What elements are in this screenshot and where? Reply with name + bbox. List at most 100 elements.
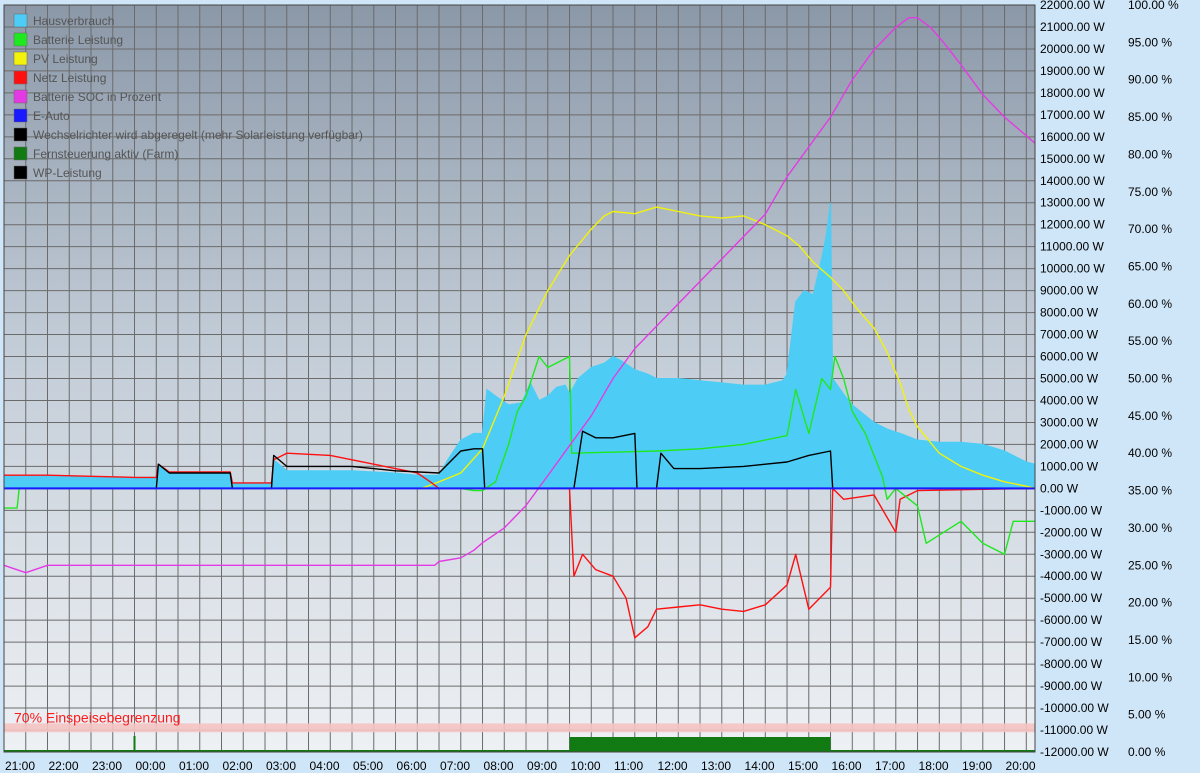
x-tick-label-22: 19:00 [962,759,992,773]
x-tick-label-20: 17:00 [875,759,905,773]
legend-label-wp: WP-Leistung [33,166,102,180]
y-left-tick-label-12: 10000.00 W [1040,262,1105,276]
y-left-tick-label-26: -4000.00 W [1040,569,1103,583]
x-tick-label-21: 18:00 [919,759,949,773]
x-tick-label-18: 15:00 [788,759,818,773]
legend-swatch-abgeregelt [13,127,28,142]
y-left-tick-label-22: 0.00 W [1040,481,1079,495]
y-left-tick-label-8: 14000.00 W [1040,174,1105,188]
x-tick-label-23: 20:00 [1006,759,1036,773]
y-right-tick-label-7: 65.00 % [1128,259,1172,273]
fernsteuerung-active-bar-0 [569,737,831,752]
legend-swatch-hausverbrauch [13,13,28,28]
y-left-tick-label-28: -6000.00 W [1040,613,1103,627]
y-left-tick-label-32: -10000.00 W [1040,701,1109,715]
y-left-tick-label-24: -2000.00 W [1040,525,1103,539]
y-left-tick-label-20: 2000.00 W [1040,437,1099,451]
left-axis-ticks: 22000.00 W 21000.00 W 20000.00 W 19000.00 W… [1040,0,1109,759]
y-left-tick-label-23: -1000.00 W [1040,503,1103,517]
y-left-tick-label-5: 17000.00 W [1040,108,1105,122]
y-left-tick-label-7: 15000.00 W [1040,152,1105,166]
x-tick-label-15: 12:00 [658,759,688,773]
x-tick-label-0: 21:00 [5,759,35,773]
legend-label-pv: PV Leistung [33,52,98,66]
y-left-tick-label-9: 13000.00 W [1040,196,1105,210]
legend-swatch-fernsteuerung [13,146,28,161]
x-tick-label-11: 08:00 [484,759,514,773]
y-left-tick-label-13: 9000.00 W [1040,284,1099,298]
legend-label-abgeregelt: Wechselrichter wird abgeregelt (mehr Sol… [33,128,363,142]
legend-swatch-pv [13,51,28,66]
x-tick-label-19: 16:00 [832,759,862,773]
x-tick-label-1: 22:00 [49,759,79,773]
y-right-tick-label-14: 30.00 % [1128,521,1172,535]
y-left-tick-label-2: 20000.00 W [1040,42,1105,56]
y-right-tick-label-11: 45.00 % [1128,409,1172,423]
y-left-tick-label-34: -12000.00 W [1040,745,1109,759]
legend-swatch-netz [13,70,28,85]
y-left-tick-label-31: -9000.00 W [1040,679,1103,693]
y-right-tick-label-16: 20.00 % [1128,596,1172,610]
legend-label-soc: Batterie SOC in Prozent [33,90,162,104]
y-left-tick-label-3: 19000.00 W [1040,64,1105,78]
y-right-tick-label-19: 5.00 % [1128,708,1166,722]
legend-swatch-wp [13,165,28,180]
x-tick-label-14: 11:00 [614,759,643,773]
x-tick-label-9: 06:00 [397,759,427,773]
y-right-tick-label-9: 55.00 % [1128,334,1172,348]
y-left-tick-label-30: -8000.00 W [1040,657,1103,671]
bottom-axis-ticks: 21:00 22:00 23:00 00:00 01:00 02:00 03:00 04:00… [5,759,1036,773]
y-left-tick-label-18: 4000.00 W [1040,393,1099,407]
y-right-tick-label-1: 95.00 % [1128,35,1172,49]
y-left-tick-label-1: 21000.00 W [1040,20,1105,34]
x-tick-label-3: 00:00 [136,759,166,773]
y-left-tick-label-16: 6000.00 W [1040,350,1099,364]
y-left-tick-label-19: 3000.00 W [1040,415,1099,429]
y-right-tick-label-8: 60.00 % [1128,297,1172,311]
y-right-tick-label-3: 85.00 % [1128,110,1172,124]
x-tick-label-4: 01:00 [179,759,209,773]
x-tick-label-13: 10:00 [571,759,601,773]
y-left-tick-label-11: 11000.00 W [1040,240,1104,254]
y-right-tick-label-6: 70.00 % [1128,222,1172,236]
legend-label-fernsteuerung: Fernsteuerung aktiv (Farm) [33,147,178,161]
energy-chart: 70% Einspeisebegrenzung 22000.00 W 21000.… [3,0,1179,773]
y-left-tick-label-25: -3000.00 W [1040,547,1103,561]
y-right-tick-label-15: 25.00 % [1128,558,1172,572]
y-left-tick-label-29: -7000.00 W [1040,635,1103,649]
x-tick-label-16: 13:00 [701,759,731,773]
x-tick-label-5: 02:00 [223,759,253,773]
y-right-tick-label-20: 0.00 % [1128,745,1166,759]
y-right-tick-label-17: 15.00 % [1128,633,1172,647]
x-tick-label-12: 09:00 [527,759,557,773]
y-right-tick-label-13: 35.00 % [1128,484,1172,498]
y-left-tick-label-0: 22000.00 W [1040,0,1105,12]
einspeise-band-label: 70% Einspeisebegrenzung [14,709,181,725]
x-tick-label-2: 23:00 [92,759,122,773]
legend-label-eauto: E-Auto [33,109,70,123]
y-left-tick-label-27: -5000.00 W [1040,591,1103,605]
x-tick-label-7: 04:00 [310,759,340,773]
y-left-tick-label-17: 5000.00 W [1040,372,1099,386]
legend-label-hausverbrauch: Hausverbrauch [33,14,114,28]
right-axis-ticks: 100.00 % 95.00 % 90.00 % 85.00 % 80.00 % 75.0… [1128,0,1179,759]
x-tick-label-17: 14:00 [745,759,775,773]
y-left-tick-label-14: 8000.00 W [1040,306,1099,320]
y-left-tick-label-15: 7000.00 W [1040,328,1099,342]
y-right-tick-label-10: 50.00 % [1128,372,1172,386]
y-left-tick-label-33: -11000.00 W [1040,723,1108,737]
legend-label-batterie: Batterie Leistung [33,33,123,47]
y-right-tick-label-12: 40.00 % [1128,446,1172,460]
legend-swatch-soc [13,89,28,104]
legend-label-netz: Netz Leistung [33,71,106,85]
y-right-tick-label-2: 90.00 % [1128,73,1172,87]
legend-swatch-eauto [13,108,28,123]
x-tick-label-10: 07:00 [440,759,470,773]
x-tick-label-8: 05:00 [353,759,383,773]
y-left-tick-label-10: 12000.00 W [1040,218,1105,232]
y-right-tick-label-5: 75.00 % [1128,185,1172,199]
y-right-tick-label-0: 100.00 % [1128,0,1179,12]
legend-swatch-batterie [13,32,28,47]
y-left-tick-label-4: 18000.00 W [1040,86,1105,100]
y-right-tick-label-18: 10.00 % [1128,670,1172,684]
